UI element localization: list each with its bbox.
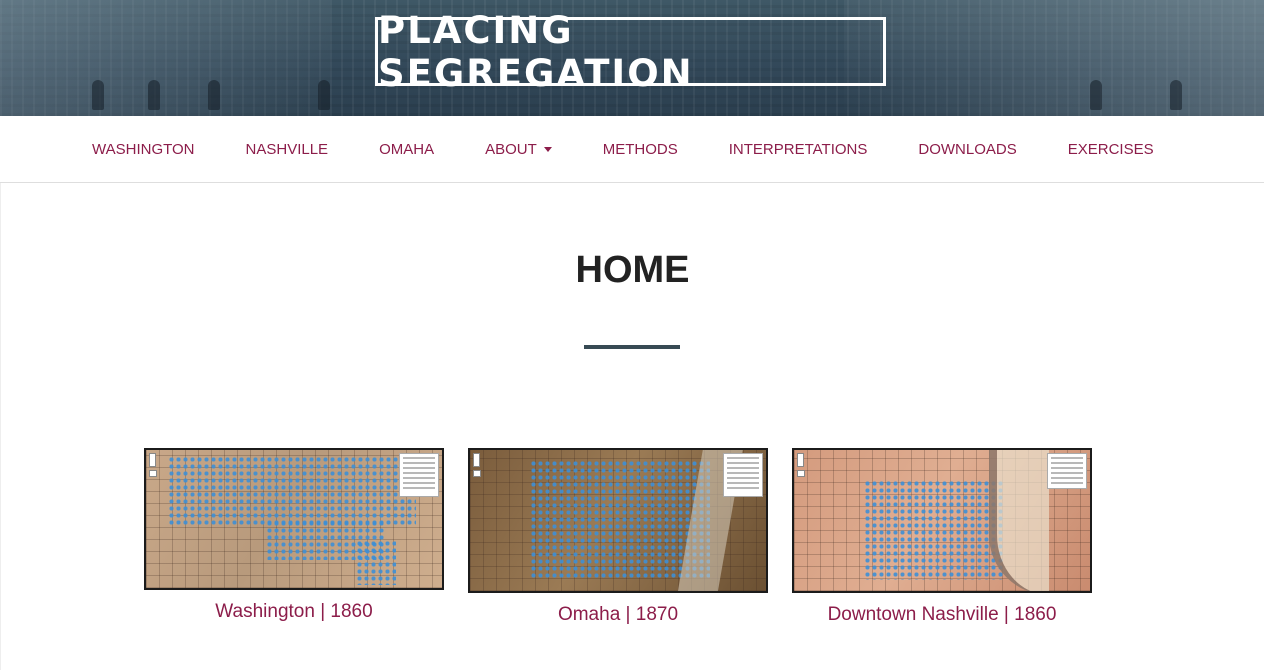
- zoom-icon: [797, 453, 804, 467]
- map-thumbnail-omaha[interactable]: [468, 448, 768, 593]
- banner-figure: [1170, 80, 1182, 110]
- nav-item-washington[interactable]: WASHINGTON: [92, 141, 195, 158]
- main-content: HOME Washington | 1860 Omaha | 1870 Down…: [0, 183, 1264, 670]
- banner-figure: [1090, 80, 1102, 110]
- title-divider: [584, 345, 680, 349]
- nav-item-downloads[interactable]: DOWNLOADS: [918, 141, 1016, 158]
- banner-building-right: [844, 0, 1264, 116]
- banner-figure: [92, 80, 104, 110]
- map-card-washington[interactable]: Washington | 1860: [144, 448, 444, 623]
- nav-label: DOWNLOADS: [918, 140, 1017, 158]
- nav-label: INTERPRETATIONS: [728, 140, 868, 158]
- nav-item-interpretations[interactable]: INTERPRETATIONS: [729, 141, 868, 158]
- map-caption[interactable]: Washington | 1860: [144, 601, 444, 623]
- banner-building-left: [0, 0, 330, 116]
- map-card-nashville[interactable]: Downtown Nashville | 1860: [792, 448, 1092, 626]
- site-title-link[interactable]: PLACING SEGREGATION: [375, 9, 886, 95]
- map-legend: [399, 453, 439, 497]
- nav-item-nashville[interactable]: NASHVILLE: [246, 141, 329, 158]
- nav-label: ABOUT: [485, 140, 537, 158]
- banner-figure: [148, 80, 160, 110]
- nav-label: OMAHA: [379, 140, 435, 158]
- map-dots: [168, 456, 416, 526]
- main-nav: WASHINGTON NASHVILLE OMAHA ABOUT METHODS…: [0, 116, 1264, 183]
- map-dots: [864, 480, 1004, 580]
- nav-item-exercises[interactable]: EXERCISES: [1068, 141, 1154, 158]
- header-banner: PLACING SEGREGATION: [0, 0, 1264, 116]
- magnifier-icon: [149, 470, 157, 477]
- map-caption[interactable]: Downtown Nashville | 1860: [792, 604, 1092, 626]
- nav-item-omaha[interactable]: OMAHA: [379, 141, 434, 158]
- nav-item-methods[interactable]: METHODS: [603, 141, 678, 158]
- zoom-icon: [473, 453, 480, 467]
- banner-figure: [318, 80, 330, 110]
- nav-label: METHODS: [602, 140, 678, 158]
- map-legend: [723, 453, 763, 497]
- map-dots: [356, 540, 396, 585]
- chevron-down-icon: [543, 146, 552, 152]
- map-thumbnail-nashville[interactable]: [792, 448, 1092, 593]
- magnifier-icon: [473, 470, 481, 477]
- map-thumbnail-washington[interactable]: [144, 448, 444, 590]
- map-caption[interactable]: Omaha | 1870: [468, 604, 768, 626]
- nav-label: NASHVILLE: [245, 140, 329, 158]
- zoom-icon: [149, 453, 156, 467]
- nav-item-about[interactable]: ABOUT: [485, 141, 552, 158]
- magnifier-icon: [797, 470, 805, 477]
- site-title: PLACING SEGREGATION: [378, 8, 694, 95]
- map-legend: [1047, 453, 1087, 489]
- page-title: HOME: [575, 249, 690, 291]
- banner-figure: [208, 80, 220, 110]
- map-card-omaha[interactable]: Omaha | 1870: [468, 448, 768, 626]
- nav-label: WASHINGTON: [92, 140, 195, 158]
- nav-label: EXERCISES: [1067, 140, 1154, 158]
